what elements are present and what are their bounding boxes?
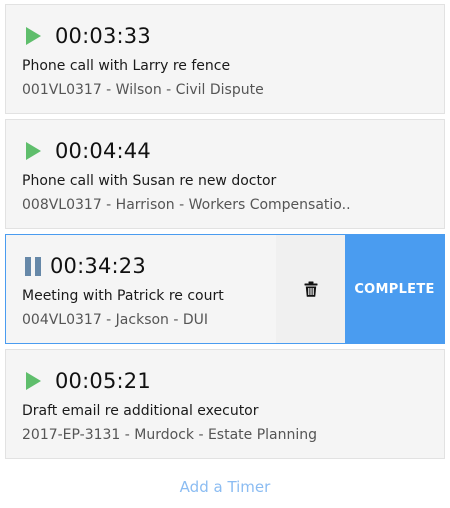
timer-title: Phone call with Susan re new doctor — [22, 173, 277, 189]
timer-title: Phone call with Larry re fence — [22, 58, 231, 74]
play-icon[interactable] — [26, 27, 41, 45]
timer-elapsed: 00:04:44 — [55, 139, 151, 163]
timer-card[interactable]: 00:03:33 Phone call with Larry re fence … — [5, 4, 445, 114]
timer-card[interactable]: 00:05:21 Draft email re additional execu… — [5, 349, 445, 459]
timer-matter: 001VL0317 - Wilson - Civil Dispute — [22, 82, 264, 98]
timer-header: 00:05:21 — [25, 367, 151, 395]
timer-card-active[interactable]: 00:34:23 Meeting with Patrick re court 0… — [5, 234, 445, 344]
add-timer-link[interactable]: Add a Timer — [0, 478, 450, 496]
timer-elapsed: 00:05:21 — [55, 369, 151, 393]
timer-list: 00:03:33 Phone call with Larry re fence … — [5, 4, 445, 464]
timer-matter: 008VL0317 - Harrison - Workers Compensat… — [22, 197, 351, 213]
pause-icon[interactable] — [25, 256, 41, 276]
timer-header: 00:34:23 — [25, 252, 146, 280]
timer-title: Meeting with Patrick re court — [22, 288, 224, 304]
timer-card[interactable]: 00:04:44 Phone call with Susan re new do… — [5, 119, 445, 229]
timer-elapsed: 00:34:23 — [50, 254, 146, 278]
timer-title: Draft email re additional executor — [22, 403, 259, 419]
play-icon[interactable] — [26, 142, 41, 160]
timer-elapsed: 00:03:33 — [55, 24, 151, 48]
timer-header: 00:04:44 — [25, 137, 151, 165]
complete-button[interactable]: COMPLETE — [345, 235, 444, 343]
timer-matter: 2017-EP-3131 - Murdock - Estate Planning — [22, 427, 318, 443]
timer-matter: 004VL0317 - Jackson - DUI — [22, 312, 209, 328]
delete-timer-button[interactable] — [276, 235, 345, 343]
trash-icon — [304, 281, 317, 297]
timer-header: 00:03:33 — [25, 22, 151, 50]
play-icon[interactable] — [26, 372, 41, 390]
